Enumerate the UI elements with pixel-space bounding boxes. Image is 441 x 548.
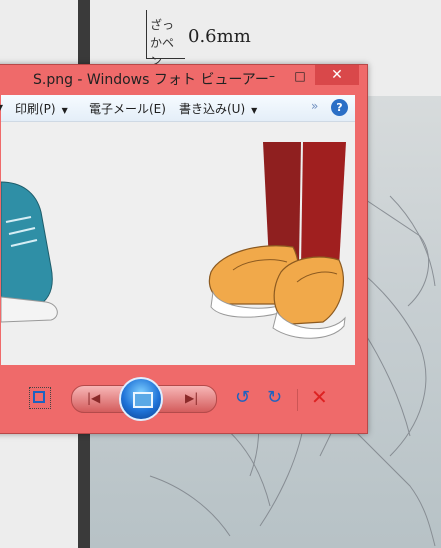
delete-button[interactable]: ✕ [311, 385, 328, 409]
rotate-right-button[interactable]: ↻ [267, 387, 282, 408]
close-button[interactable]: ✕ [315, 65, 359, 85]
minimize-button[interactable]: – [261, 66, 283, 86]
image-content [1, 122, 355, 365]
slideshow-icon [133, 392, 153, 408]
rotate-left-button[interactable]: ↺ [235, 387, 250, 408]
maximize-button[interactable]: □ [289, 66, 311, 86]
fit-icon [33, 391, 45, 403]
slideshow-button[interactable] [119, 377, 163, 421]
chevron-down-icon: ▼ [251, 106, 258, 115]
image-viewport[interactable] [1, 122, 355, 365]
actual-size-button[interactable] [29, 387, 51, 409]
menu-email[interactable]: 電子メール(E) [89, 100, 166, 117]
window-title: S.png - Windows フォト ビューアー [33, 72, 269, 88]
next-button[interactable]: ▶| [185, 391, 198, 405]
menu-print-label: 印刷(P) [15, 102, 56, 116]
handwritten-note: ざっかペン [150, 18, 175, 68]
help-icon[interactable]: ? [331, 99, 348, 116]
menu-bar: ▾ 印刷(P) ▼ 電子メール(E) 書き込み(U) ▼ » ? [0, 95, 355, 122]
handwritten-size: 0.6mm [188, 26, 251, 47]
menu-burn[interactable]: 書き込み(U) ▼ [179, 100, 257, 117]
photo-viewer-window[interactable]: S.png - Windows フォト ビューアー – □ ✕ ▾ 印刷(P) ▼… [0, 64, 368, 434]
menu-arrow-left[interactable]: ▾ [0, 100, 3, 114]
title-bar[interactable]: S.png - Windows フォト ビューアー – □ ✕ [0, 65, 367, 91]
bottom-toolbar: |◀ ▶| ↺ ↻ ✕ [0, 365, 367, 433]
previous-button[interactable]: |◀ [87, 391, 100, 405]
more-icon[interactable]: » [311, 99, 318, 113]
menu-burn-label: 書き込み(U) [179, 102, 246, 116]
toolbar-separator [297, 389, 298, 411]
menu-print[interactable]: 印刷(P) ▼ [15, 100, 68, 117]
chevron-down-icon: ▼ [61, 106, 68, 115]
menu-email-label: 電子メール(E) [89, 102, 166, 116]
